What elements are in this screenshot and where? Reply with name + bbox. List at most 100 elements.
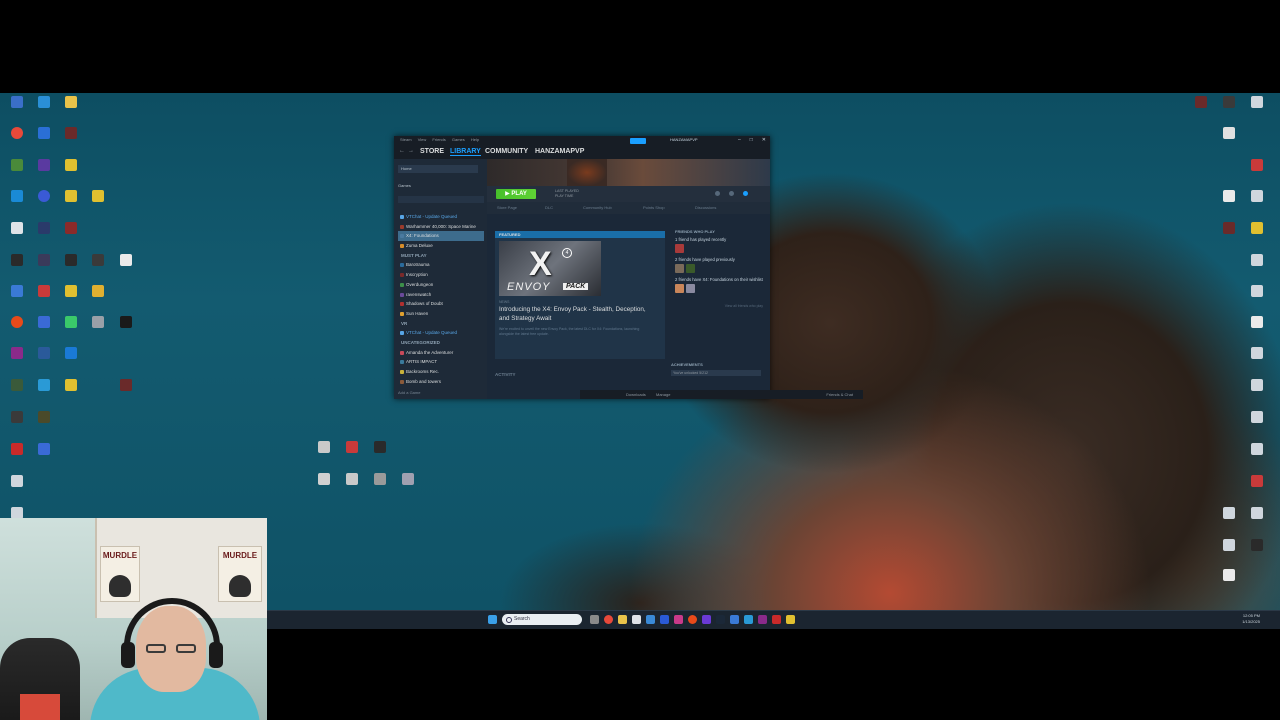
desktop-icon[interactable] [1218, 539, 1240, 551]
desktop-icon[interactable] [1246, 316, 1268, 328]
desktop-icon[interactable] [33, 127, 55, 139]
library-game-item[interactable]: Shadows of Doubt [398, 299, 484, 309]
tab-discussions[interactable]: Discussions [695, 205, 716, 210]
downloads-button[interactable]: Downloads [626, 390, 646, 399]
library-game-item[interactable]: Inscryption [398, 270, 484, 280]
library-game-item[interactable]: VTChat - Update Queued [398, 328, 484, 338]
desktop-icon[interactable] [6, 96, 28, 108]
play-button[interactable]: ▶ PLAY [496, 189, 536, 199]
library-game-item[interactable]: Barotrauma [398, 260, 484, 270]
notification-badge[interactable] [630, 138, 646, 144]
desktop-icon[interactable] [33, 285, 55, 297]
desktop-icon[interactable] [1246, 254, 1268, 266]
view-all-friends-link[interactable]: View all friends who play [675, 304, 763, 308]
app-icon[interactable] [702, 615, 711, 624]
add-game-button[interactable]: Add a Game [398, 390, 420, 395]
desktop-icon[interactable] [369, 441, 391, 453]
desktop-icon[interactable] [1246, 222, 1268, 234]
app-icon[interactable] [744, 615, 753, 624]
desktop-icon[interactable] [6, 379, 28, 391]
desktop-icon[interactable] [1246, 159, 1268, 171]
desktop-icon[interactable] [1218, 507, 1240, 519]
system-clock[interactable]: 12:05 PM 1/13/2025 [1242, 613, 1260, 625]
explorer-icon[interactable] [618, 615, 627, 624]
library-game-item[interactable]: Backrooms Rec. [398, 367, 484, 377]
close-icon[interactable]: ✕ [762, 137, 766, 143]
desktop-icon[interactable] [1246, 443, 1268, 455]
nav-username[interactable]: HANZAMAPVP [535, 148, 584, 155]
desktop-icon[interactable] [115, 254, 137, 266]
app-icon[interactable] [660, 615, 669, 624]
desktop-icon[interactable] [33, 411, 55, 423]
desktop-icon[interactable] [60, 285, 82, 297]
desktop-icon[interactable] [60, 190, 82, 202]
games-filter-dropdown[interactable]: Games [398, 183, 411, 188]
nav-store[interactable]: STORE [420, 148, 444, 155]
library-category[interactable]: MUST PLAY [398, 251, 484, 261]
desktop-icon[interactable] [33, 316, 55, 328]
desktop-icon[interactable] [313, 473, 335, 485]
desktop-icon[interactable] [6, 411, 28, 423]
desktop-icon[interactable] [60, 159, 82, 171]
menu-help[interactable]: Help [471, 137, 479, 142]
library-game-item[interactable]: Warhammer 40,000: Space Marine [398, 222, 484, 232]
desktop-icon[interactable] [87, 316, 109, 328]
desktop-icon[interactable] [397, 473, 419, 485]
menu-view[interactable]: View [418, 137, 427, 142]
library-game-item[interactable]: ravenswatch [398, 290, 484, 300]
library-category[interactable]: UNCATEGORIZED [398, 338, 484, 348]
desktop-icon[interactable] [33, 443, 55, 455]
app-icon[interactable] [730, 615, 739, 624]
menu-friends[interactable]: Friends [432, 137, 445, 142]
desktop-icon[interactable] [6, 190, 28, 202]
featured-news-card[interactable]: FEATURED X 4 ENVOY PACK NEWS Introducing… [495, 231, 665, 359]
desktop-icon[interactable] [60, 222, 82, 234]
desktop-icon[interactable] [60, 347, 82, 359]
app-icon[interactable] [674, 615, 683, 624]
desktop-icon[interactable] [60, 254, 82, 266]
desktop-icon[interactable] [33, 347, 55, 359]
desktop-icon[interactable] [60, 96, 82, 108]
library-game-item[interactable]: Amanda the Adventurer [398, 348, 484, 358]
library-game-item[interactable]: X4: Foundations [398, 231, 484, 242]
tab-store-page[interactable]: Store Page [497, 205, 517, 210]
desktop-icon[interactable] [1218, 96, 1240, 108]
settings-gear-icon[interactable] [715, 191, 720, 196]
library-game-item[interactable]: VTChat - Update Queued [398, 212, 484, 222]
desktop-icon[interactable] [341, 441, 363, 453]
desktop-icon[interactable] [1218, 222, 1240, 234]
app-icon[interactable] [632, 615, 641, 624]
taskbar-search[interactable]: Search [502, 614, 582, 625]
featured-title[interactable]: Introducing the X4: Envoy Pack - Stealth… [499, 306, 649, 323]
desktop-icon[interactable] [60, 379, 82, 391]
desktop-icon[interactable] [6, 285, 28, 297]
edge-icon[interactable] [646, 615, 655, 624]
desktop-icon[interactable] [1190, 96, 1212, 108]
chrome-icon[interactable] [604, 615, 613, 624]
library-game-item[interactable]: Bomb and towers [398, 377, 484, 387]
desktop-icon[interactable] [6, 443, 28, 455]
friend-avatar[interactable] [675, 284, 684, 293]
menu-games[interactable]: Games [452, 137, 465, 142]
desktop-icon[interactable] [1246, 347, 1268, 359]
desktop-icon[interactable] [1246, 379, 1268, 391]
library-game-item[interactable]: Overdungeon [398, 280, 484, 290]
desktop-icon[interactable] [1246, 507, 1268, 519]
desktop-icon[interactable] [115, 379, 137, 391]
steam-titlebar[interactable]: Steam View Friends Games Help HANZAMAPVP… [394, 136, 770, 145]
forward-arrow-icon[interactable]: → [408, 148, 414, 154]
desktop-icon[interactable] [6, 127, 28, 139]
desktop-icon[interactable] [341, 473, 363, 485]
desktop-icon[interactable] [87, 190, 109, 202]
featured-image[interactable]: X 4 ENVOY PACK [499, 241, 601, 296]
desktop-icon[interactable] [33, 222, 55, 234]
desktop-icon[interactable] [33, 379, 55, 391]
menu-steam[interactable]: Steam [400, 137, 412, 142]
desktop-icon[interactable] [1246, 190, 1268, 202]
info-icon[interactable] [729, 191, 734, 196]
desktop-icon[interactable] [1246, 96, 1268, 108]
app-icon[interactable] [758, 615, 767, 624]
desktop-icon[interactable] [1218, 569, 1240, 581]
desktop-icon[interactable] [6, 222, 28, 234]
back-arrow-icon[interactable]: ← [399, 148, 405, 154]
